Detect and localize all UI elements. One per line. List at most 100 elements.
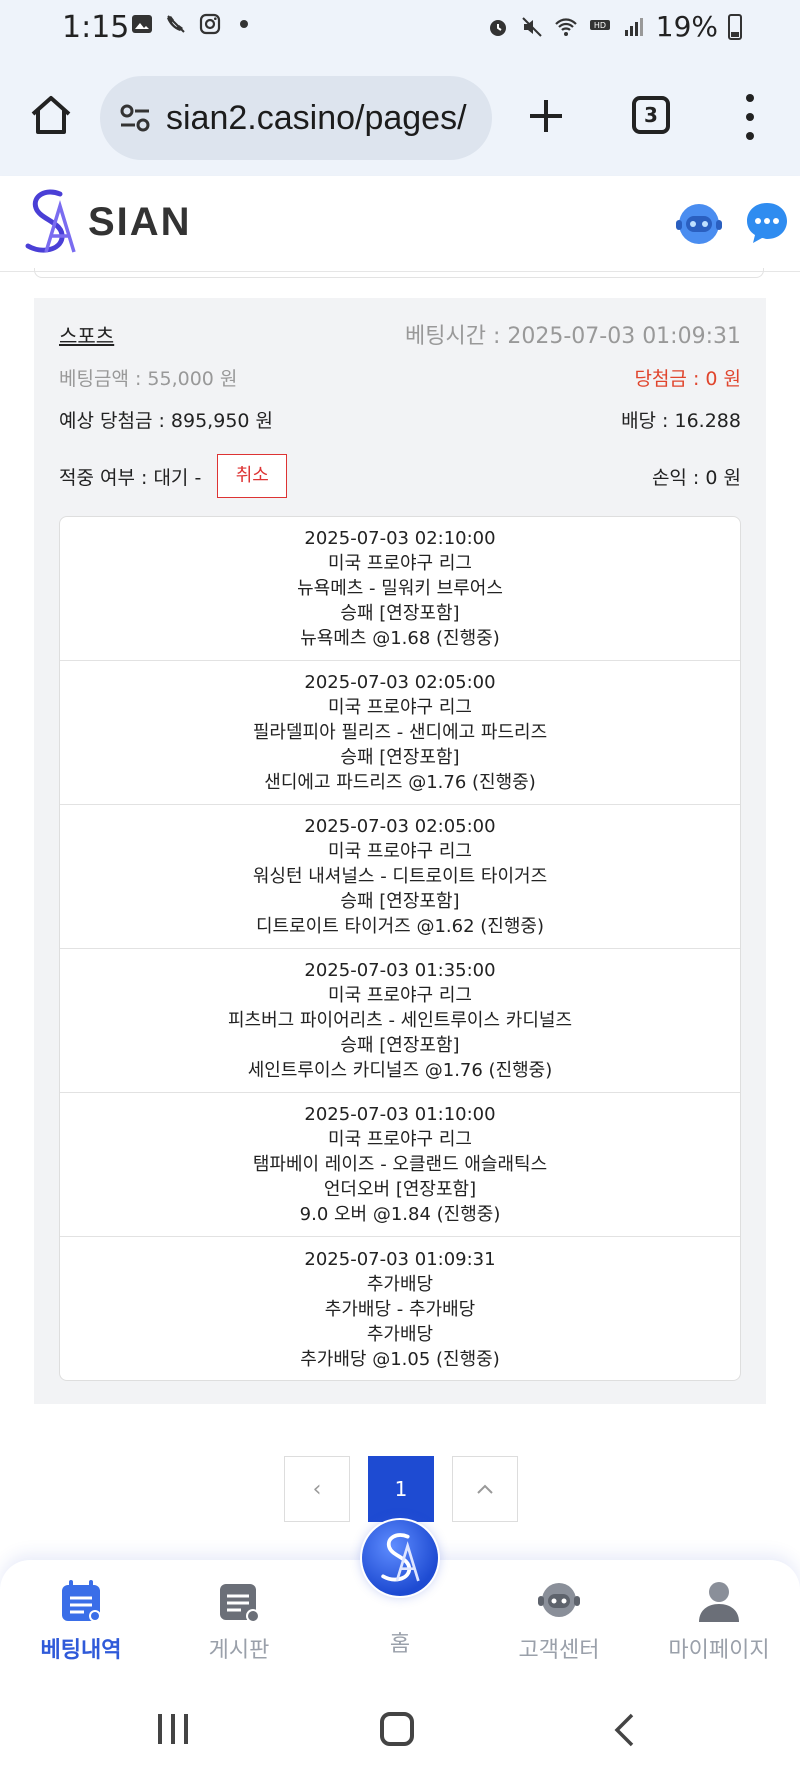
site-logo[interactable]: SIAN [20,188,192,256]
bet-odds: 배당 : 16.288 [621,410,741,432]
svg-text:HD: HD [594,21,606,30]
site-header: SIAN [0,176,800,272]
bet-selection-item: 2025-07-03 02:10:00 미국 프로야구 리그 뉴욕메츠 - 밀워… [60,517,740,661]
battery-icon [728,13,742,40]
match-teams: 뉴욕메츠 - 밀워키 브루어스 [297,578,503,599]
pick-detail: 샌디에고 파드리즈 @1.76 (진행중) [264,772,536,793]
status-row: 적중 여부 : 대기 - 취소 손익 : 0 원 [59,454,741,498]
new-tab-icon[interactable] [524,94,568,138]
site-settings-icon[interactable] [118,101,152,135]
bet-selection-item: 2025-07-03 02:05:00 미국 프로야구 리그 필라델피아 필리즈… [60,661,740,805]
bet-card: 스포츠 베팅시간 : 2025-07-03 01:09:31 베팅금액 : 55… [34,298,766,1404]
bet-header-row: 스포츠 베팅시간 : 2025-07-03 01:09:31 [59,318,741,350]
nav-home-button[interactable] [360,1518,440,1598]
bet-selection-item: 2025-07-03 01:35:00 미국 프로야구 리그 피츠버그 파이어리… [60,949,740,1093]
status-time: 1:15 [62,10,130,45]
pagination: ‹ 1 [284,1456,518,1522]
market-type: 언더오버 [연장포함] [323,1179,477,1200]
bottom-nav: 베팅내역 게시판 홈 고객센터 마이페이지 [0,1518,800,1682]
league-name: 미국 프로야구 리그 [328,985,472,1006]
bet-selection-item: 2025-07-03 02:05:00 미국 프로야구 리그 워싱턴 내셔널스 … [60,805,740,949]
board-icon [220,1584,260,1623]
nav-betting-history[interactable]: 베팅내역 [16,1578,146,1664]
sian-logo-icon [25,189,76,253]
match-teams: 필라델피아 필리즈 - 샌디에고 파드리즈 [252,722,548,743]
browser-chrome: 1:15 HD 19% sian2.casino/pages/ 3 [0,0,800,176]
logo-text: SIAN [88,199,192,244]
market-type: 승패 [연장포함] [340,1035,460,1056]
pick-detail: 추가배당 @1.05 (진행중) [300,1348,500,1370]
league-name: 미국 프로야구 리그 [328,553,472,574]
gallery-icon [132,15,152,33]
system-back-icon[interactable] [612,1712,636,1748]
browser-menu-icon[interactable] [738,94,762,140]
dot-icon [240,20,248,28]
bet-amount: 베팅금액 : 55,000 원 [59,368,238,390]
url-text[interactable]: sian2.casino/pages/ [166,99,467,138]
messenger-icon[interactable] [744,200,790,246]
match-time: 2025-07-03 02:10:00 [304,528,496,549]
system-icons: HD 19% [486,10,742,43]
recent-apps-button[interactable] [158,1714,188,1744]
hit-status-group: 적중 여부 : 대기 - 취소 [59,454,288,498]
headset-icon [538,1583,580,1617]
bet-selection-list: 2025-07-03 02:10:00 미국 프로야구 리그 뉴욕메츠 - 밀워… [59,516,741,1381]
expected-row: 예상 당첨금 : 895,950 원 배당 : 16.288 [59,406,741,433]
pick-detail: 세인트루이스 카디널즈 @1.76 (진행중) [247,1060,553,1081]
bet-selection-item: 2025-07-03 01:09:31 추가배당 추가배당 - 추가배당 추가배… [60,1237,740,1380]
league-name: 미국 프로야구 리그 [328,1129,472,1150]
alarm-icon [489,19,506,36]
page-1-button[interactable]: 1 [368,1456,434,1522]
league-name: 미국 프로야구 리그 [328,697,472,718]
match-time: 2025-07-03 02:05:00 [304,816,496,837]
league-name: 미국 프로야구 리그 [328,841,472,862]
nav-label: 게시판 [208,1638,270,1663]
match-teams: 피츠버그 파이어리츠 - 세인트루이스 카디널즈 [227,1010,573,1031]
nav-mypage[interactable]: 마이페이지 [654,1578,784,1664]
notification-icons [130,12,256,36]
tab-count: 3 [644,103,658,127]
league-name: 추가배당 [366,1273,434,1295]
prev-page-button[interactable]: ‹ [284,1456,350,1522]
match-time: 2025-07-03 01:35:00 [304,960,496,981]
pick-detail: 디트로이트 타이거즈 @1.62 (진행중) [255,916,544,937]
nav-label: 마이페이지 [668,1638,770,1663]
tab-switcher-button[interactable]: 3 [632,96,670,134]
profit-loss: 손익 : 0 원 [651,466,741,489]
mute-icon [522,16,542,37]
previous-card-edge [34,268,764,278]
signal-icon [624,17,643,36]
market-type: 승패 [연장포함] [340,891,460,912]
betting-history-page: 스포츠 베팅시간 : 2025-07-03 01:09:31 베팅금액 : 55… [0,268,800,1562]
bet-time: 베팅시간 : 2025-07-03 01:09:31 [404,324,741,349]
pick-detail: 9.0 오버 @1.84 (진행중) [299,1204,501,1225]
market-type: 승패 [연장포함] [340,747,460,768]
home-logo-ball [362,1520,438,1596]
nav-home-label[interactable]: 홈 [360,1626,440,1658]
nav-board[interactable]: 게시판 [174,1578,304,1664]
match-teams: 추가배당 - 추가배당 [324,1298,476,1320]
expected-win: 예상 당첨금 : 895,950 원 [59,410,274,432]
cancel-bet-button[interactable]: 취소 [217,454,288,498]
status-bar: 1:15 HD 19% [0,0,800,58]
calendar-list-icon [62,1580,101,1622]
market-type: 추가배당 [366,1323,434,1345]
user-icon [699,1582,739,1622]
scroll-top-button[interactable] [452,1456,518,1522]
chatbot-icon[interactable] [674,200,724,248]
bet-selection-item: 2025-07-03 01:10:00 미국 프로야구 리그 탬파베이 레이즈 … [60,1093,740,1237]
match-teams: 탬파베이 레이즈 - 오클랜드 애슬래틱스 [252,1154,548,1175]
bet-category: 스포츠 [59,323,115,348]
match-teams: 워싱턴 내셔널스 - 디트로이트 타이거즈 [252,866,548,887]
hd-voice-icon: HD [589,19,610,30]
system-home-button[interactable] [380,1712,414,1746]
wifi-icon [554,17,577,36]
nav-support[interactable]: 고객센터 [494,1578,624,1664]
no-calls-icon [167,15,185,33]
match-time: 2025-07-03 01:10:00 [304,1104,496,1125]
browser-home-icon[interactable] [28,92,74,138]
system-navigation [0,1682,800,1778]
sian-logo-icon [381,1533,420,1582]
address-bar[interactable]: sian2.casino/pages/ [100,76,492,160]
browser-toolbar: sian2.casino/pages/ 3 [0,72,800,162]
